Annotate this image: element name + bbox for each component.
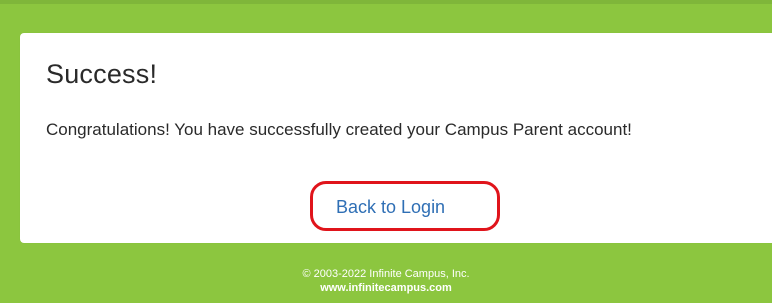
top-band — [0, 0, 772, 12]
success-card: Success! Congratulations! You have succe… — [20, 33, 772, 243]
website-text: www.infinitecampus.com — [320, 282, 452, 294]
page-title: Success! — [46, 59, 158, 89]
back-to-login-link[interactable]: Back to Login — [336, 197, 445, 218]
footer: © 2003-2022 Infinite Campus, Inc. www.in… — [0, 267, 772, 295]
copyright-text: © 2003-2022 Infinite Campus, Inc. — [302, 268, 470, 280]
page: Success! Congratulations! You have succe… — [0, 0, 772, 303]
success-message: Congratulations! You have successfully c… — [46, 120, 632, 139]
